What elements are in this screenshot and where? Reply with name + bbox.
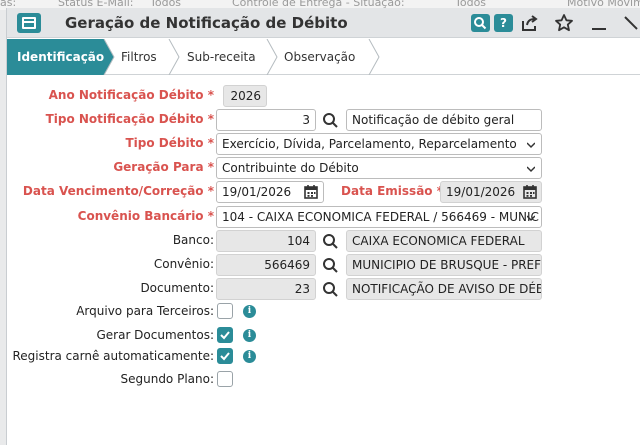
documento-search-icon[interactable] [316,278,346,300]
banco-label: Banco: [172,233,214,247]
data-vencimento-value: 19/01/2026 [222,185,292,199]
tipo-notificacao-label: Tipo Notificação Débito * [45,112,214,126]
convenio-label: Convênio: [153,257,214,271]
banco-search-icon[interactable] [316,230,346,252]
convenio-description: MUNICIPIO DE BRUSQUE - PREFE [346,254,542,276]
background-status-email-value: Todos [150,0,182,9]
geracao-para-value: Contribuinte do Débito [222,161,359,175]
gerar-documentos-label: Gerar Documentos: [96,328,214,342]
background-motivo-label: Motivo Movim [567,0,640,9]
tipo-debito-value: Exercício, Dívida, Parcelamento, Reparce… [222,137,517,151]
tipo-notificacao-code-input[interactable]: 3 [216,109,316,131]
arquivo-terceiros-label: Arquivo para Terceiros: [76,304,214,318]
tipo-debito-label: Tipo Débito * [125,136,214,150]
checkmark-icon [220,331,230,340]
tipo-notificacao-description: Notificação de débito geral [346,109,542,131]
segundo-plano-checkbox[interactable] [217,371,233,387]
background-controle-value: Todos [455,0,487,9]
data-emissao-value: 19/01/2026 [446,185,516,199]
window-icon [17,13,41,33]
search-icon [474,17,487,30]
background-status-email-label: Status E-Mail: [58,0,134,9]
convenio-code-field: 566469 [216,254,316,276]
chevron-down-icon [527,215,535,222]
star-icon[interactable] [554,13,574,33]
checkmark-icon [220,352,230,361]
documento-code-field: 23 [216,278,316,300]
banco-code-field: 104 [216,230,316,252]
info-icon[interactable]: i [243,350,256,363]
ano-field: 2026 [223,85,267,107]
geracao-para-label: Geração Para * [113,160,214,174]
chevron-down-icon [527,166,535,173]
banco-description: CAIXA ECONOMICA FEDERAL [346,230,542,252]
chevron-down-icon [527,142,535,149]
calendar-icon[interactable] [302,183,320,201]
share-icon[interactable] [520,13,540,33]
gerar-documentos-checkbox[interactable] [217,327,233,343]
tab-observacao[interactable]: Observação [284,50,355,64]
arquivo-terceiros-checkbox[interactable] [217,303,233,319]
data-emissao-label: Data Emissão * [341,184,443,198]
segundo-plano-label: Segundo Plano: [120,372,214,386]
convenio-bancario-select[interactable]: 104 - CAIXA ECONOMICA FEDERAL / 566469 -… [216,206,542,228]
ano-label: Ano Notificação Débito * [48,88,214,102]
window-title: Geração de Notificação de Débito [65,14,348,32]
close-icon[interactable] [621,13,640,33]
tab-identificacao[interactable]: Identificação [17,50,104,64]
geracao-para-select[interactable]: Contribuinte do Débito [216,157,542,179]
calendar-icon[interactable] [521,183,539,201]
documento-label: Documento: [140,281,214,295]
title-bar: Geração de Notificação de Débito ? [7,8,640,38]
documento-description: NOTIFICAÇÃO DE AVISO DE DÉBI [346,278,542,300]
convenio-bancario-value: 104 - CAIXA ECONOMICA FEDERAL / 566469 -… [222,210,539,224]
registra-carne-checkbox[interactable] [217,348,233,364]
info-icon[interactable]: i [243,305,256,318]
tab-bar: Identificação Filtros Sub-receita Observ… [7,39,640,75]
tipo-debito-select[interactable]: Exercício, Dívida, Parcelamento, Reparce… [216,133,542,155]
info-icon[interactable]: i [243,329,256,342]
convenio-bancario-label: Convênio Bancário * [77,209,214,223]
background-left-fragment: as: [0,0,17,9]
background-controle-label: Controle de Entrega - Situação: [232,0,405,9]
tab-sub-receita[interactable]: Sub-receita [187,50,256,64]
convenio-search-icon[interactable] [316,254,346,276]
search-button[interactable] [471,14,490,32]
data-vencimento-label: Data Vencimento/Correção * [22,184,214,198]
tab-filtros[interactable]: Filtros [121,50,157,64]
registra-carne-label: Registra carnê automaticamente: [12,349,214,363]
minimize-icon[interactable] [589,13,609,33]
tipo-notificacao-search-icon[interactable] [316,109,346,131]
help-button[interactable]: ? [494,14,513,32]
dialog-window: Geração de Notificação de Débito ? Ident… [6,8,640,445]
